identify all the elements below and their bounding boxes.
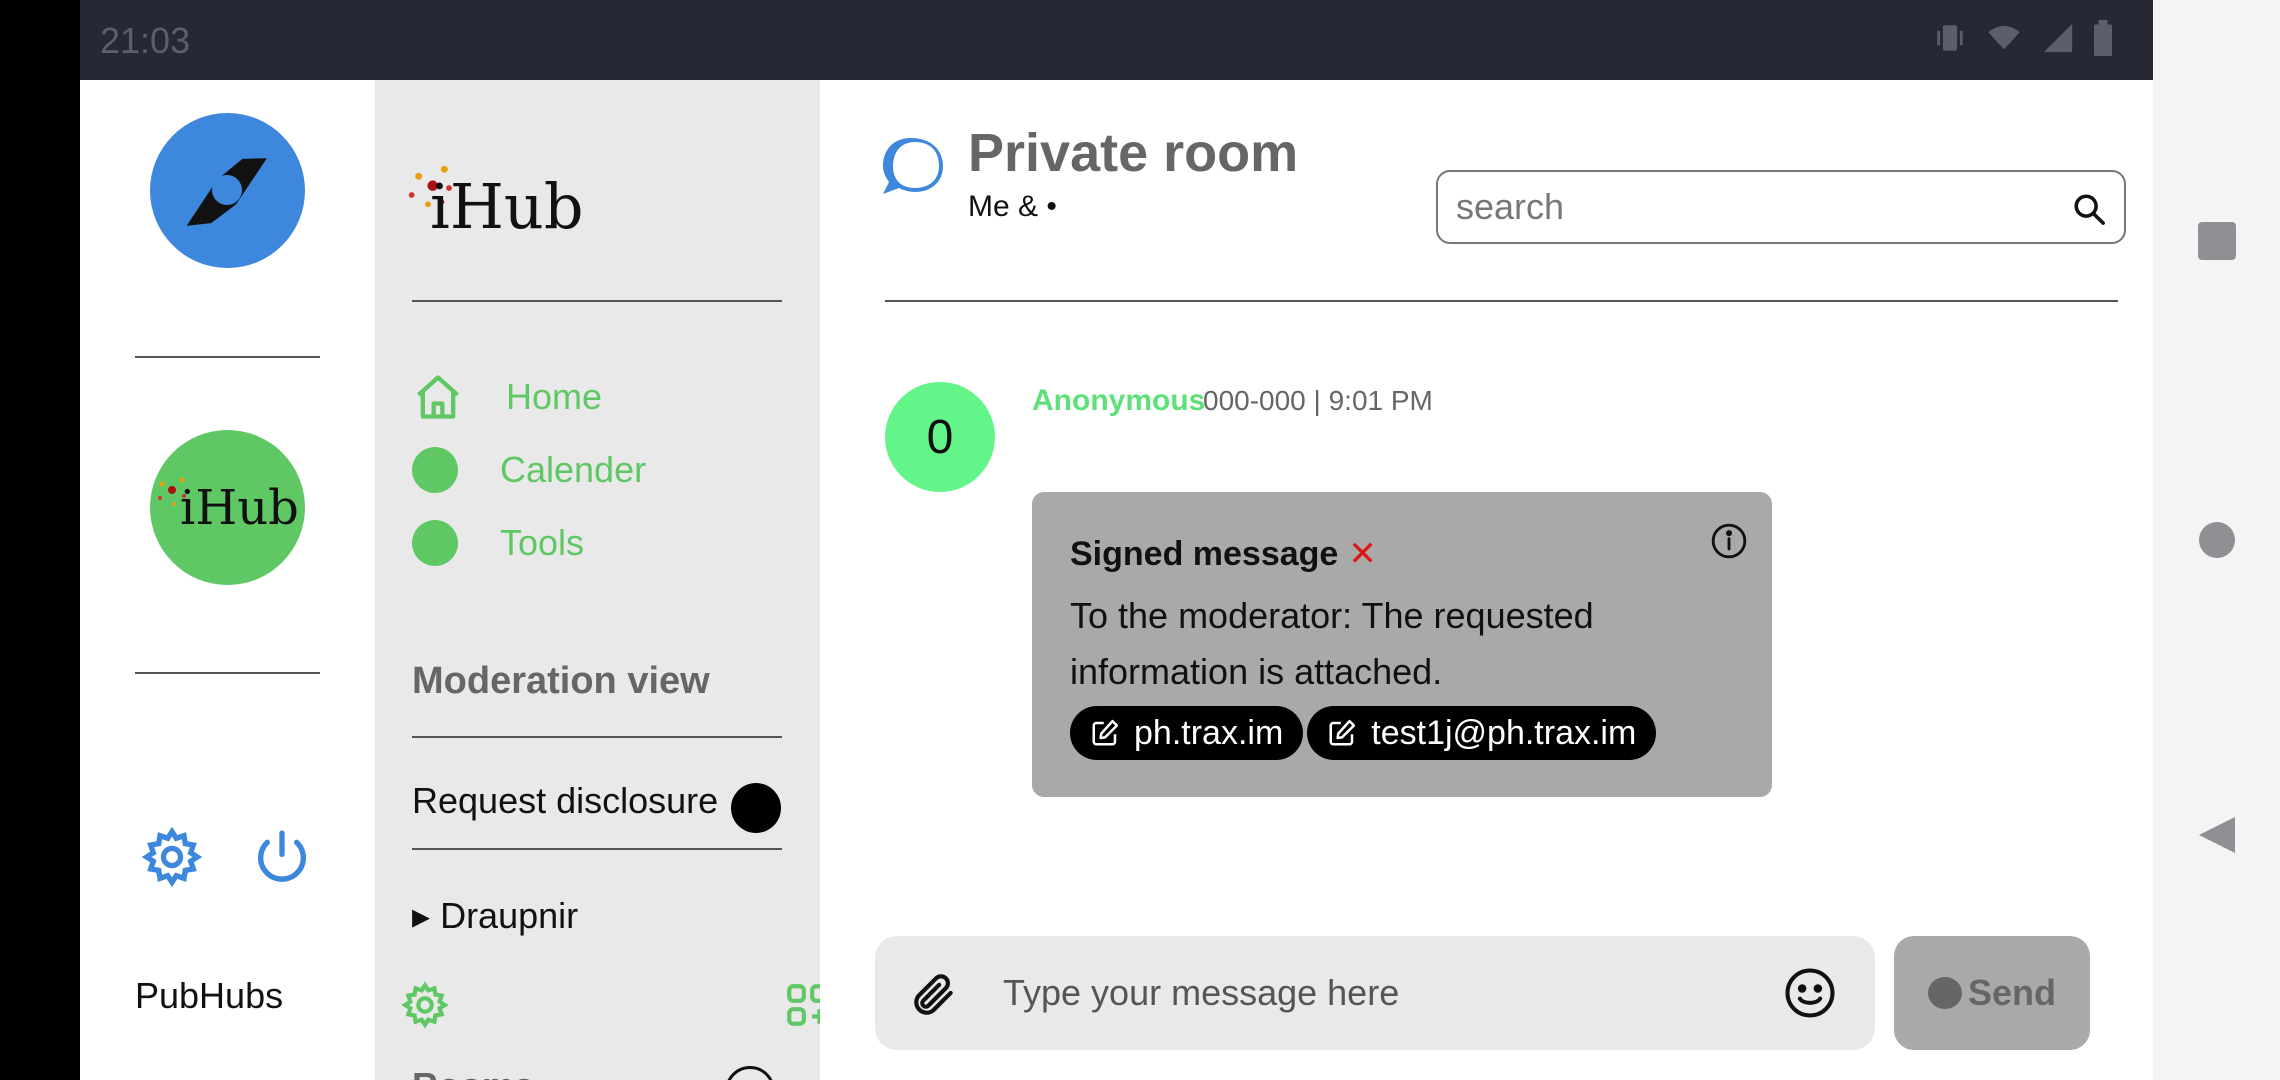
info-icon[interactable] <box>1710 522 1748 560</box>
sidebar-item-tools[interactable]: Tools <box>412 513 584 573</box>
signal-icon <box>2043 23 2073 53</box>
edit-icon <box>1092 719 1119 746</box>
sidebar-item-calender[interactable]: Calender <box>412 440 646 500</box>
message-meta: 000-000 | 9:01 PM <box>1203 385 1433 416</box>
rail-divider <box>135 356 320 358</box>
hub-ihub-button[interactable]: iHub <box>150 430 305 585</box>
discover-button[interactable] <box>150 113 305 268</box>
message-text: To the moderator: The requested informat… <box>1070 595 1594 692</box>
send-bubble-icon <box>1927 977 1962 1009</box>
home-nav-icon[interactable] <box>2197 520 2237 560</box>
signed-message-label: Signed message <box>1070 535 1339 573</box>
message-composer <box>875 936 1875 1050</box>
rooms-add-icon[interactable] <box>725 1066 775 1080</box>
message-bubble: Signed message ✕ To the moderator: The re… <box>1032 492 1772 797</box>
status-icons <box>1933 20 2113 56</box>
hub-settings-button[interactable] <box>400 980 450 1030</box>
signed-message-header: Signed message ✕ <box>1070 534 1377 574</box>
back-icon[interactable] <box>2197 815 2237 855</box>
emoji-icon[interactable] <box>1783 966 1837 1020</box>
rail-divider <box>135 672 320 674</box>
hub-rail: iHub PubHubs <box>80 80 375 1080</box>
logout-button[interactable] <box>250 825 314 889</box>
sidebar-item-label: Home <box>506 376 603 417</box>
send-button[interactable]: Send <box>1894 936 2090 1050</box>
settings-button[interactable] <box>140 825 204 889</box>
room-members: Me & • <box>968 190 1057 223</box>
attribute-chip[interactable]: test1j@ph.trax.im <box>1307 706 1657 760</box>
message-input[interactable] <box>1003 966 1763 1020</box>
sidebar-divider <box>412 300 782 302</box>
attribute-chip-label: test1j@ph.trax.im <box>1371 713 1637 752</box>
sender-name[interactable]: Anonymous <box>1032 384 1205 418</box>
recents-icon[interactable] <box>2197 221 2237 261</box>
not-verified-icon: ✕ <box>1348 535 1377 573</box>
sidebar-item-label: Tools <box>500 522 585 563</box>
sidebar-divider <box>412 736 782 738</box>
send-label: Send <box>1967 972 2056 1013</box>
chat-bubble-icon <box>875 130 955 210</box>
ihub-logo: iHub <box>400 160 600 243</box>
room-dot-icon <box>412 520 458 566</box>
hub-logo-text: iHub <box>180 480 299 536</box>
status-bar: 21:03 <box>80 0 2153 80</box>
power-icon <box>258 830 306 882</box>
vibrate-icon <box>1937 25 1963 51</box>
request-disclosure-icon[interactable] <box>731 783 781 833</box>
status-time: 21:03 <box>100 20 191 61</box>
gear-icon <box>141 826 203 888</box>
attribute-chip-label: ph.trax.im <box>1134 713 1284 752</box>
avatar[interactable]: 0 <box>885 382 995 492</box>
room-view: Private room Me & • 0 Anonymous 000-000 … <box>820 80 2153 1080</box>
home-icon <box>417 375 459 419</box>
header-divider <box>885 300 2118 302</box>
search-field[interactable] <box>1436 170 2126 244</box>
app-window: iHub PubHubs iHub Home Calender Tools Mo… <box>80 80 2153 1080</box>
search-input[interactable] <box>1456 184 2056 230</box>
edit-icon <box>1329 719 1356 746</box>
attribute-chip[interactable]: ph.trax.im <box>1070 706 1304 760</box>
app-name: PubHubs <box>135 975 284 1016</box>
battery-icon <box>2094 20 2112 56</box>
gear-icon <box>401 981 449 1029</box>
sidebar-divider <box>412 848 782 850</box>
rooms-heading: Rooms <box>412 1065 534 1080</box>
hub-sidebar: iHub Home Calender Tools Moderation view… <box>375 80 829 1080</box>
wifi-icon <box>1988 25 2020 50</box>
sidebar-item-label: Calender <box>500 449 647 490</box>
room-dot-icon <box>412 447 458 493</box>
compass-icon <box>186 158 267 226</box>
request-disclosure-link[interactable]: Request disclosure <box>412 780 718 822</box>
paperclip-icon[interactable] <box>909 970 959 1020</box>
moderation-view-title: Moderation view <box>412 660 710 702</box>
logo-text: iHub <box>430 170 584 243</box>
sidebar-item-home[interactable]: Home <box>412 367 602 427</box>
room-title: Private room <box>968 123 1299 183</box>
draupnir-group-toggle[interactable]: ▸ Draupnir <box>412 895 578 937</box>
attribute-chips: ph.trax.im test1j@ph.trax.im <box>1070 706 1657 760</box>
search-icon[interactable] <box>2072 192 2106 226</box>
